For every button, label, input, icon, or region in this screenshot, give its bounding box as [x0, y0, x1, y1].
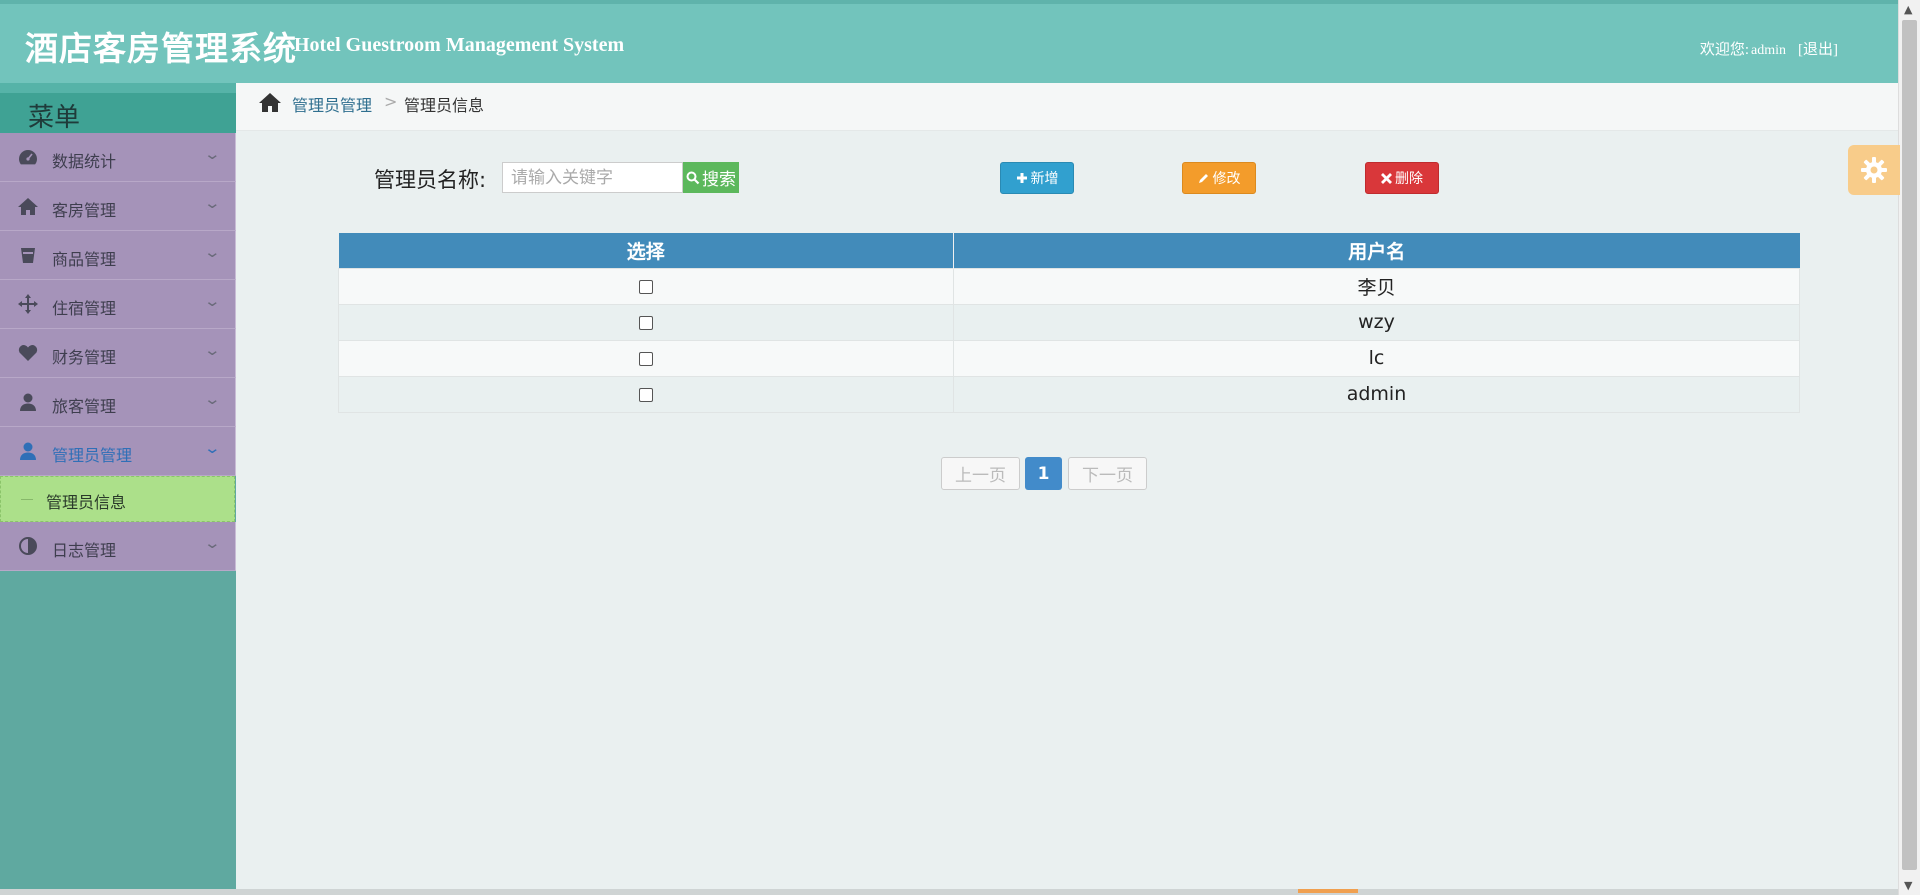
- sidebar-item-label: 住宿管理: [52, 299, 117, 318]
- pencil-icon: [1198, 174, 1208, 183]
- close-icon: [1381, 172, 1392, 184]
- sidebar-item-label: 客房管理: [52, 201, 117, 220]
- sidebar-subitem-label: 管理员信息: [46, 493, 127, 512]
- chevron-down-icon: ⌄: [203, 145, 222, 163]
- heart-icon: [17, 343, 39, 365]
- sidebar-item-finance[interactable]: 财务管理 ⌄: [0, 329, 236, 378]
- sidebar-item-goods[interactable]: 商品管理 ⌄: [0, 231, 236, 280]
- row-checkbox[interactable]: [639, 315, 653, 330]
- cup-icon: [17, 245, 39, 267]
- sidebar-subitem-admin-info[interactable]: 管理员信息: [0, 476, 235, 522]
- sidebar: 菜单 数据统计 ⌄ 客房管理 ⌄ 商品管理 ⌄ 住宿管理 ⌄ 财务管理 ⌄ 旅客…: [0, 83, 236, 895]
- menu-header: 菜单: [0, 83, 236, 133]
- select-cell: [338, 303, 954, 341]
- column-header-username: 用户名: [953, 233, 1800, 268]
- prev-page-button[interactable]: 上一页: [941, 457, 1020, 490]
- sidebar-item-admin[interactable]: 管理员管理 ⌄: [0, 427, 236, 476]
- table-row[interactable]: wzy: [338, 303, 1800, 341]
- chevron-down-icon: ⌄: [203, 534, 222, 552]
- table-header-row: 选择 用户名: [338, 233, 1800, 268]
- breadcrumb-current: 管理员信息: [404, 96, 485, 115]
- sidebar-item-guests[interactable]: 旅客管理 ⌄: [0, 378, 236, 427]
- chevron-down-icon: ⌄: [203, 243, 222, 261]
- username-cell: lc: [953, 339, 1800, 377]
- plus-icon: [1016, 173, 1027, 183]
- user-icon: [17, 392, 39, 414]
- sidebar-item-label: 商品管理: [52, 250, 117, 269]
- dashboard-icon: [17, 147, 39, 169]
- column-header-select: 选择: [338, 233, 954, 268]
- sidebar-item-label: 旅客管理: [52, 397, 117, 416]
- home-icon: [17, 196, 39, 218]
- chevron-down-icon: ⌄: [203, 194, 222, 212]
- username-cell: wzy: [953, 303, 1800, 341]
- scroll-indicator: [1298, 889, 1358, 893]
- sidebar-item-label: 日志管理: [52, 541, 117, 560]
- app-title-cn: 酒店客房管理系统: [25, 29, 297, 68]
- row-checkbox[interactable]: [639, 279, 653, 294]
- current-username: admin: [1751, 43, 1786, 58]
- welcome-area: 欢迎您: admin [退出]: [1700, 38, 1838, 59]
- search-label: 管理员名称:: [374, 168, 487, 192]
- sidebar-item-label: 数据统计: [52, 152, 117, 171]
- admin-table: 选择 用户名 李贝 wzy lc admin: [338, 233, 1800, 413]
- sidebar-item-logs[interactable]: 日志管理 ⌄: [0, 522, 236, 571]
- menu-title: 菜单: [28, 103, 81, 133]
- app-title-en: Hotel Guestroom Management System: [294, 34, 625, 56]
- add-button[interactable]: 新增: [1000, 162, 1074, 194]
- chevron-down-icon: ⌄: [203, 292, 222, 310]
- scroll-up-icon[interactable]: ▲: [1904, 3, 1912, 16]
- logout-link[interactable]: [退出]: [1798, 42, 1838, 58]
- tree-connector: [21, 499, 33, 500]
- table-row[interactable]: 李贝: [338, 267, 1800, 305]
- sidebar-item-statistics[interactable]: 数据统计 ⌄: [0, 133, 236, 182]
- scrollbar-thumb[interactable]: [1902, 20, 1917, 870]
- select-cell: [338, 375, 954, 413]
- contrast-icon: [17, 536, 39, 558]
- search-button[interactable]: 搜索: [683, 162, 739, 193]
- scroll-down-icon[interactable]: ▼: [1904, 879, 1912, 892]
- breadcrumb-parent-link[interactable]: 管理员管理: [292, 92, 372, 116]
- next-page-button[interactable]: 下一页: [1068, 457, 1147, 490]
- breadcrumb: 管理员管理 > 管理员信息: [236, 83, 1898, 131]
- sidebar-item-label: 财务管理: [52, 348, 117, 367]
- user-icon: [17, 441, 39, 463]
- delete-button-label: 删除: [1395, 171, 1423, 187]
- horizontal-scrollbar[interactable]: [0, 889, 1898, 895]
- breadcrumb-separator: >: [384, 92, 398, 111]
- row-checkbox[interactable]: [639, 387, 653, 402]
- select-cell: [338, 339, 954, 377]
- welcome-text: 欢迎您:: [1699, 42, 1749, 58]
- chevron-down-icon: ⌄: [203, 341, 222, 359]
- search-input[interactable]: [502, 162, 683, 193]
- delete-button[interactable]: 删除: [1365, 162, 1439, 194]
- edit-button[interactable]: 修改: [1182, 162, 1256, 194]
- move-icon: [17, 294, 39, 316]
- chevron-down-icon: ⌄: [203, 439, 222, 457]
- sidebar-item-rooms[interactable]: 客房管理 ⌄: [0, 182, 236, 231]
- edit-button-label: 修改: [1212, 171, 1241, 187]
- chevron-down-icon: ⌄: [203, 390, 222, 408]
- top-header: 酒店客房管理系统 Hotel Guestroom Management Syst…: [0, 0, 1898, 83]
- sidebar-item-label: 管理员管理: [52, 446, 133, 465]
- sidebar-item-lodging[interactable]: 住宿管理 ⌄: [0, 280, 236, 329]
- add-button-label: 新增: [1030, 171, 1059, 187]
- search-icon: [686, 171, 700, 184]
- home-icon[interactable]: [258, 91, 282, 113]
- settings-tab[interactable]: [1848, 145, 1900, 195]
- current-page-button[interactable]: 1: [1025, 457, 1062, 490]
- select-cell: [338, 267, 954, 305]
- table-row[interactable]: lc: [338, 339, 1800, 377]
- row-checkbox[interactable]: [639, 351, 653, 366]
- table-row[interactable]: admin: [338, 375, 1800, 413]
- page-scrollbar[interactable]: ▲ ▼: [1898, 0, 1920, 895]
- gear-icon: [1861, 157, 1887, 183]
- username-cell: admin: [953, 375, 1800, 413]
- search-button-label: 搜索: [702, 170, 736, 190]
- username-cell: 李贝: [953, 267, 1800, 305]
